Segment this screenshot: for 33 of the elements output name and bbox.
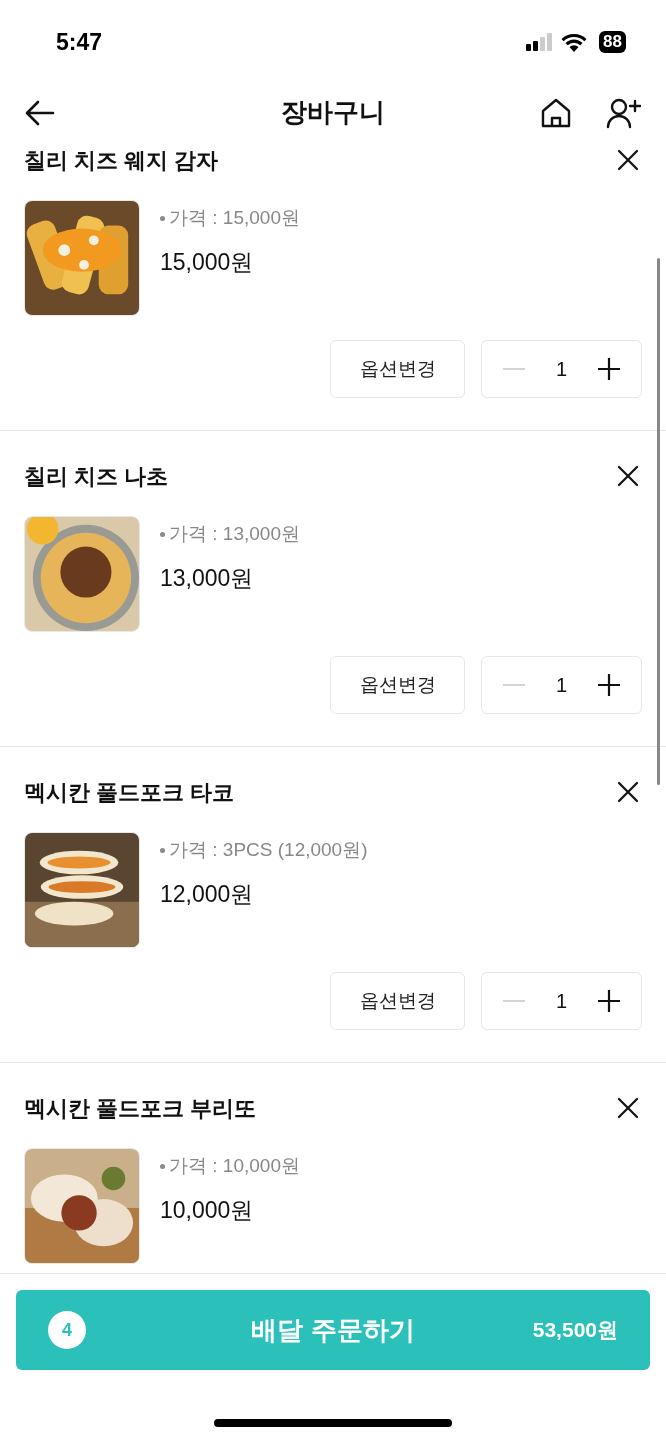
item-price: 13,000원 — [160, 563, 255, 593]
price-option: 가격 : 13,000원 — [160, 520, 300, 549]
item-count-badge: 4 — [48, 1311, 86, 1349]
item-name: 멕시칸 풀드포크 부리또 — [24, 1094, 257, 1123]
bullet-icon — [160, 847, 165, 853]
minus-icon — [503, 1000, 525, 1002]
quantity: 1 — [555, 989, 568, 1014]
item-price: 15,000원 — [160, 247, 255, 277]
quantity: 1 — [555, 357, 568, 382]
minus-icon — [503, 368, 525, 370]
battery-level: 88 — [599, 31, 626, 53]
bullet-icon — [160, 215, 165, 221]
item-price: 10,000원 — [160, 1195, 255, 1225]
minus-icon — [503, 684, 525, 686]
order-label: 배달 주문하기 — [251, 1313, 415, 1347]
page-title: 장바구니 — [281, 96, 385, 129]
total-price: 53,500원 — [532, 1317, 618, 1344]
change-option-button[interactable]: 옵션변경 — [330, 656, 465, 714]
status-time: 5:47 — [56, 27, 103, 57]
item-name: 칠리 치즈 나초 — [24, 462, 169, 491]
bullet-icon — [160, 531, 165, 537]
change-option-button[interactable]: 옵션변경 — [330, 972, 465, 1030]
price-option: 가격 : 10,000원 — [160, 1152, 300, 1181]
quantity: 1 — [555, 673, 568, 698]
item-price: 12,000원 — [160, 879, 255, 909]
signal-icon — [526, 33, 554, 51]
item-name: 칠리 치즈 웨지 감자 — [24, 146, 219, 175]
item-name: 멕시칸 풀드포크 타코 — [24, 778, 235, 807]
bullet-icon — [160, 1163, 165, 1169]
price-option: 가격 : 3PCS (12,000원) — [160, 836, 368, 865]
change-option-button[interactable]: 옵션변경 — [330, 340, 465, 398]
wifi-icon — [561, 32, 588, 52]
price-option: 가격 : 15,000원 — [160, 204, 300, 233]
